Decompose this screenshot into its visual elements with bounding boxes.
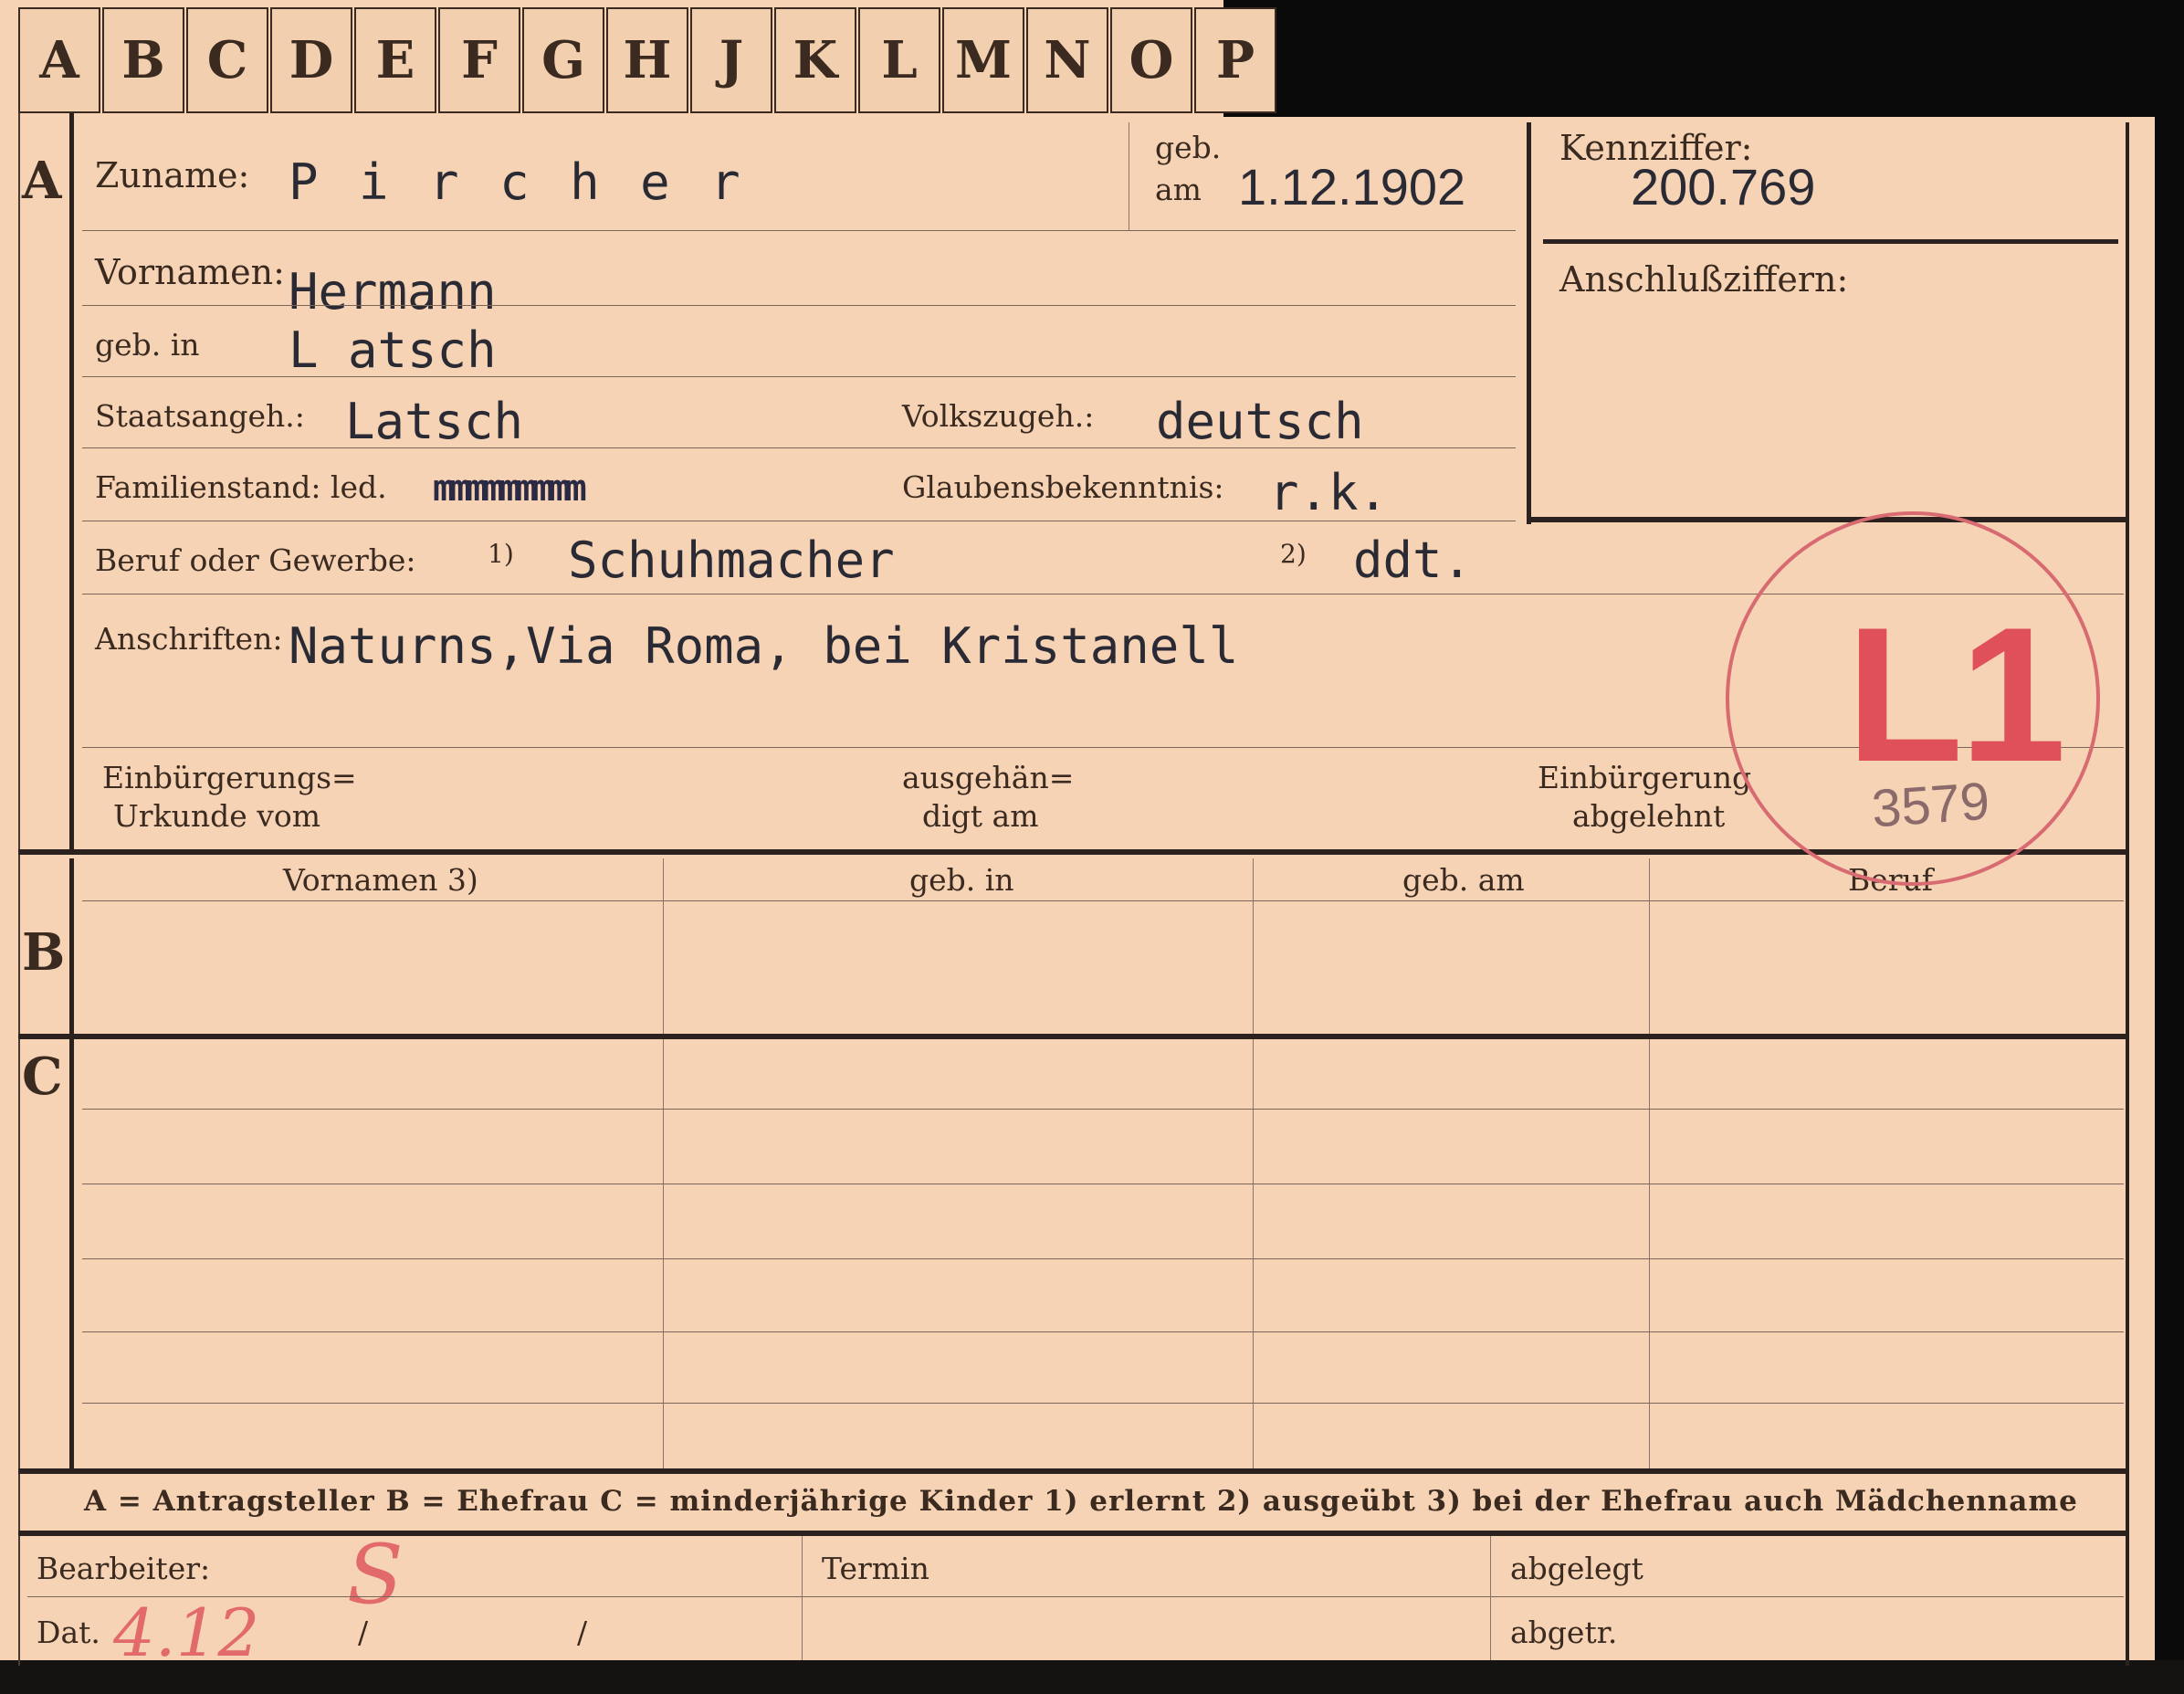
tab-letter-j[interactable]: J (690, 7, 772, 113)
tab-letter-o[interactable]: O (1110, 7, 1192, 113)
alphabet-tabs: ABCDEFGHJKLMNOP (18, 7, 1278, 113)
row-line (82, 305, 1516, 306)
tab-letter-m[interactable]: M (942, 7, 1024, 113)
birthplace-value: L atsch (289, 321, 497, 379)
row-line (82, 1109, 2124, 1110)
scan-border-bottom (0, 1660, 2184, 1694)
surname-value: P i r c h e r (289, 153, 746, 211)
occupation-note-1: 1) (488, 539, 514, 569)
header-line (82, 900, 2124, 901)
born-on-label-1: geb. (1155, 130, 1222, 165)
section-b-letter: B (22, 922, 66, 983)
tab-letter-n[interactable]: N (1026, 7, 1108, 113)
marital-label: Familienstand: led. (95, 469, 387, 505)
date-label: Dat. (37, 1615, 100, 1650)
section-a-letter: A (22, 151, 62, 211)
footer-column-line (802, 1536, 803, 1660)
scan-border-top (1223, 0, 2184, 117)
given-names-label: Vornamen: (95, 252, 285, 292)
occupation-practiced-value: ddt. (1353, 531, 1473, 589)
birth-date-value: 1.12.1902 (1238, 158, 1466, 216)
tab-letter-h[interactable]: H (606, 7, 688, 113)
section-divider-bc (18, 1034, 2129, 1039)
given-names-value: Hermann (289, 263, 497, 321)
born-on-label-2: am (1155, 172, 1202, 207)
date-slash-1: / (358, 1615, 369, 1650)
tab-letter-e[interactable]: E (354, 7, 436, 113)
linked-ids-label: Anschlußziffern: (1559, 259, 1849, 300)
tab-letter-f[interactable]: F (438, 7, 520, 113)
occupation-label: Beruf oder Gewerbe: (95, 542, 416, 578)
handed-label-2: digt am (922, 798, 1039, 834)
column-line (1649, 858, 1650, 1468)
reference-box-divider (1543, 239, 2118, 244)
date-slash-2: / (577, 1615, 588, 1650)
tab-letter-k[interactable]: K (774, 7, 856, 113)
tab-letter-c[interactable]: C (186, 7, 268, 113)
occupation-note-2: 2) (1280, 539, 1307, 569)
footer-line (27, 1596, 2124, 1597)
section-divider-footer (18, 1531, 2129, 1536)
marital-struck-value: mmmmmmmmm (433, 468, 587, 510)
col-header-given-names: Vornamen 3) (283, 862, 478, 898)
column-line (1253, 858, 1254, 1468)
section-c-letter: C (22, 1047, 63, 1107)
occupation-learned-value: Schuhmacher (568, 531, 895, 589)
row-line (82, 1331, 2124, 1332)
col-header-born-in: geb. in (909, 862, 1014, 898)
ethnicity-value: deutsch (1156, 393, 1364, 450)
tab-letter-a[interactable]: A (18, 7, 100, 113)
handed-label-1: ausgehän= (902, 760, 1075, 795)
deadline-label: Termin (822, 1551, 929, 1586)
ethnicity-label: Volkszugeh.: (902, 398, 1095, 434)
row-line (82, 1403, 2124, 1404)
tab-letter-p[interactable]: P (1194, 7, 1276, 113)
reference-box-bottom (1527, 517, 2129, 522)
section-bc-divider (69, 858, 74, 1468)
naturalization-label-2: Urkunde vom (113, 798, 321, 834)
col-header-born-on: geb. am (1402, 862, 1525, 898)
religion-label: Glaubensbekenntnis: (902, 469, 1224, 505)
removed-label: abgetr. (1510, 1615, 1618, 1650)
naturalization-rejected-label-1: Einbürgerung (1538, 760, 1752, 795)
address-value: Naturns,Via Roma, bei Kristanell (289, 617, 1239, 675)
scan-border-right (2155, 0, 2184, 1694)
tab-letter-b[interactable]: B (102, 7, 184, 113)
filed-label: abgelegt (1510, 1551, 1643, 1586)
reference-box-left (1527, 122, 1531, 524)
section-a-divider (69, 113, 74, 851)
processor-initial: S (347, 1527, 404, 1623)
naturalization-label-1: Einbürgerungs= (102, 760, 357, 795)
tab-letter-g[interactable]: G (522, 7, 604, 113)
stamp-number: 3579 (1869, 771, 1992, 839)
citizenship-value: Latsch (345, 393, 524, 450)
address-label: Anschriften: (95, 621, 283, 657)
surname-label: Zuname: (95, 155, 250, 195)
naturalization-rejected-label-2: abgelehnt (1572, 798, 1726, 834)
frame-left (18, 113, 20, 1666)
footer-column-line (1490, 1536, 1491, 1660)
born-in-label: geb. in (95, 327, 200, 363)
religion-value: r.k. (1269, 464, 1389, 521)
column-line (663, 858, 664, 1468)
section-divider-legend (18, 1468, 2129, 1474)
row-line (82, 1258, 2124, 1259)
tab-letter-d[interactable]: D (270, 7, 352, 113)
frame-right (2126, 122, 2129, 1666)
legend-text: A = Antragsteller B = Ehefrau C = minder… (84, 1485, 2078, 1518)
processor-label: Bearbeiter: (37, 1551, 211, 1586)
tab-letter-l[interactable]: L (858, 7, 940, 113)
row-line (82, 447, 1516, 448)
id-number: 200.769 (1631, 158, 1816, 216)
citizenship-label: Staatsangeh.: (95, 398, 305, 434)
row-line (82, 376, 1516, 377)
date-handwritten: 4.12 (113, 1594, 260, 1671)
row-line (82, 230, 1516, 231)
